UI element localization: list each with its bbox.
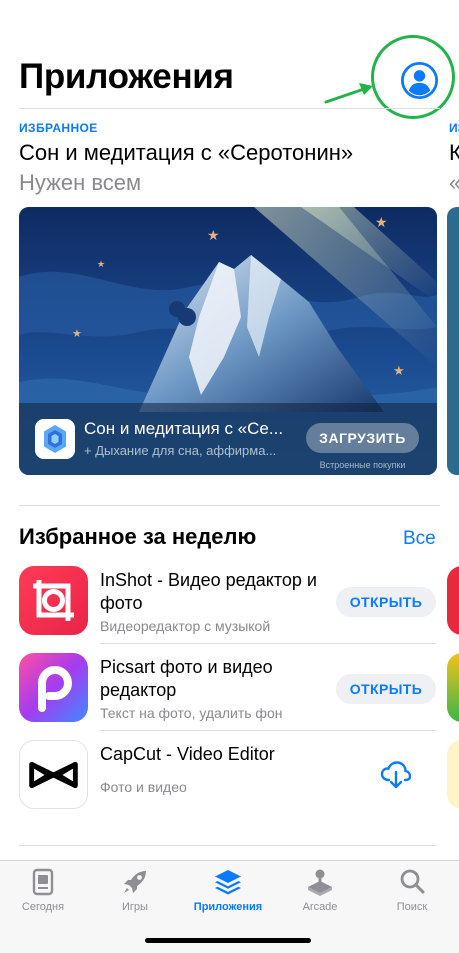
tab-apps[interactable]: Приложения bbox=[182, 867, 274, 919]
featured-app-title: Сон и медитация с «Се... bbox=[84, 419, 284, 438]
get-button[interactable]: ЗАГРУЗИТЬ bbox=[306, 423, 419, 453]
tab-games[interactable]: Игры bbox=[89, 867, 181, 919]
next-featured-tag: ИЗБ bbox=[449, 121, 459, 135]
cloud-download-icon[interactable] bbox=[380, 760, 412, 790]
featured-subtitle: Нужен всем bbox=[19, 170, 142, 195]
next-app-icon[interactable] bbox=[447, 566, 459, 635]
app-subtitle: Фото и видео bbox=[100, 779, 187, 795]
open-button[interactable]: ОТКРЫТЬ bbox=[336, 674, 436, 704]
tab-today[interactable]: Сегодня bbox=[0, 867, 89, 919]
app-name: InShot - Видео редактор и фото bbox=[100, 570, 317, 613]
star-icon: ★ bbox=[207, 227, 220, 243]
home-indicator[interactable] bbox=[145, 938, 311, 943]
annotation-arrow-icon bbox=[324, 83, 373, 104]
tab-arcade[interactable]: Arcade bbox=[274, 867, 366, 919]
apps-stack-icon bbox=[215, 870, 241, 895]
capcut-app-icon[interactable] bbox=[19, 740, 88, 809]
serotonin-app-icon[interactable] bbox=[35, 419, 75, 459]
tab-search[interactable]: Поиск bbox=[366, 867, 458, 919]
list-item[interactable]: Picsart фото и видео редактор Текст на ф… bbox=[0, 653, 459, 741]
see-all-link[interactable]: Все bbox=[403, 528, 436, 550]
star-icon: ★ bbox=[97, 259, 105, 269]
app-subtitle: Видеоредактор с музыкой bbox=[100, 618, 271, 634]
tab-label: Arcade bbox=[302, 901, 338, 913]
star-icon: ★ bbox=[393, 363, 405, 378]
next-app-icon[interactable] bbox=[447, 653, 459, 722]
row-divider bbox=[100, 730, 436, 731]
featured-card[interactable]: ★ ★ ★ ★ ★ Сон и медитация с «Се... + Дых… bbox=[19, 207, 437, 475]
inshot-app-icon[interactable] bbox=[19, 566, 88, 635]
section-divider bbox=[19, 505, 440, 506]
tab-label: Игры bbox=[122, 901, 148, 913]
section-title: Избранное за неделю bbox=[19, 524, 257, 549]
featured-tag: ИЗБРАННОЕ bbox=[19, 121, 98, 135]
account-highlight-circle bbox=[371, 35, 455, 119]
list-item[interactable]: InShot - Видео редактор и фото Видеореда… bbox=[0, 566, 459, 654]
open-button[interactable]: ОТКРЫТЬ bbox=[336, 587, 436, 617]
row-divider bbox=[19, 845, 436, 846]
featured-title[interactable]: Сон и медитация с «Серотонин» bbox=[19, 140, 353, 166]
tab-label: Приложения bbox=[193, 901, 263, 913]
app-name: CapCut - Video Editor bbox=[100, 744, 275, 764]
next-featured-title[interactable]: К bbox=[449, 140, 459, 166]
today-icon bbox=[32, 868, 54, 896]
person-circle-icon[interactable] bbox=[401, 62, 438, 99]
list-item[interactable]: CapCut - Video Editor Фото и видео bbox=[0, 740, 459, 828]
star-icon: ★ bbox=[375, 214, 388, 230]
row-divider bbox=[100, 643, 436, 644]
search-icon bbox=[400, 869, 425, 894]
in-app-purchases-note: Встроенные покупки bbox=[319, 460, 406, 470]
title-divider bbox=[19, 108, 440, 109]
featured-app-subtitle: + Дыхание для сна, аффирма... bbox=[84, 443, 277, 458]
picsart-app-icon[interactable] bbox=[19, 653, 88, 722]
tab-label: Сегодня bbox=[21, 901, 65, 913]
next-featured-subtitle: « bbox=[449, 170, 459, 196]
app-subtitle: Текст на фото, удалить фон bbox=[100, 705, 283, 721]
star-icon: ★ bbox=[72, 328, 82, 340]
app-name: Picsart фото и видео редактор bbox=[100, 657, 273, 700]
rocket-icon bbox=[124, 871, 146, 893]
joystick-icon bbox=[308, 869, 332, 896]
next-featured-card[interactable] bbox=[447, 207, 459, 475]
next-app-icon[interactable] bbox=[447, 740, 459, 809]
page-title: Приложения bbox=[19, 57, 234, 96]
tab-label: Поиск bbox=[396, 901, 428, 913]
